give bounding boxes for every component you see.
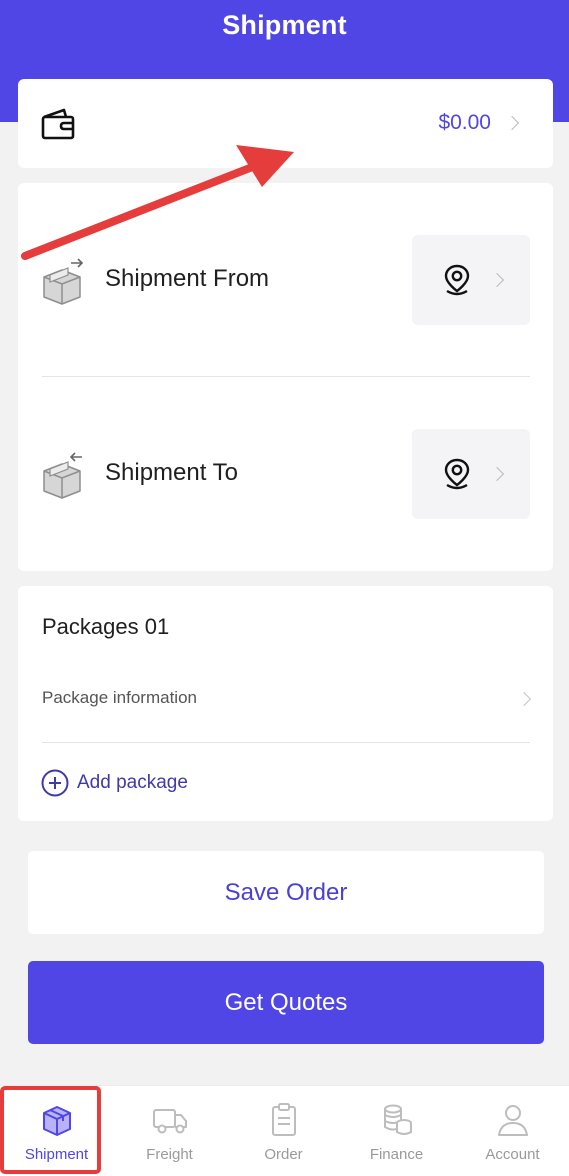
- tab-freight[interactable]: Freight: [113, 1086, 226, 1176]
- chevron-right-icon: [489, 466, 505, 482]
- route-divider: [42, 376, 530, 377]
- packages-divider: [42, 742, 530, 743]
- package-information-row[interactable]: Package information: [42, 688, 197, 708]
- annotation-arrow-icon: [21, 145, 294, 260]
- add-package-button[interactable]: Add package: [41, 769, 188, 797]
- packages-title: Packages 01: [42, 614, 170, 639]
- shipment-to-location-button[interactable]: [412, 429, 530, 519]
- add-circle-icon: [41, 769, 69, 797]
- tab-label: Order: [264, 1146, 303, 1163]
- clipboard-icon: [271, 1103, 296, 1136]
- tab-label: Account: [485, 1146, 540, 1163]
- tab-label: Finance: [369, 1146, 424, 1163]
- truck-icon: [152, 1109, 187, 1134]
- coins-icon: [383, 1104, 412, 1135]
- tab-label: Freight: [146, 1146, 193, 1163]
- save-order-button[interactable]: Save Order: [28, 851, 544, 934]
- tab-finance[interactable]: Finance: [340, 1086, 453, 1176]
- shipment-to-label: Shipment To: [105, 459, 238, 486]
- user-icon: [497, 1105, 528, 1136]
- tab-order[interactable]: Order: [227, 1086, 340, 1176]
- packages-card: Packages 01 Package information Add pack…: [18, 586, 553, 821]
- shipment-to-box-icon: [43, 452, 82, 499]
- active-tab-highlight-frame: [0, 1086, 101, 1174]
- location-pin-icon: [444, 458, 470, 490]
- tab-account[interactable]: Account: [456, 1086, 569, 1176]
- chevron-right-icon: [516, 691, 532, 707]
- add-package-label: Add package: [77, 772, 188, 793]
- get-quotes-button[interactable]: Get Quotes: [28, 961, 544, 1044]
